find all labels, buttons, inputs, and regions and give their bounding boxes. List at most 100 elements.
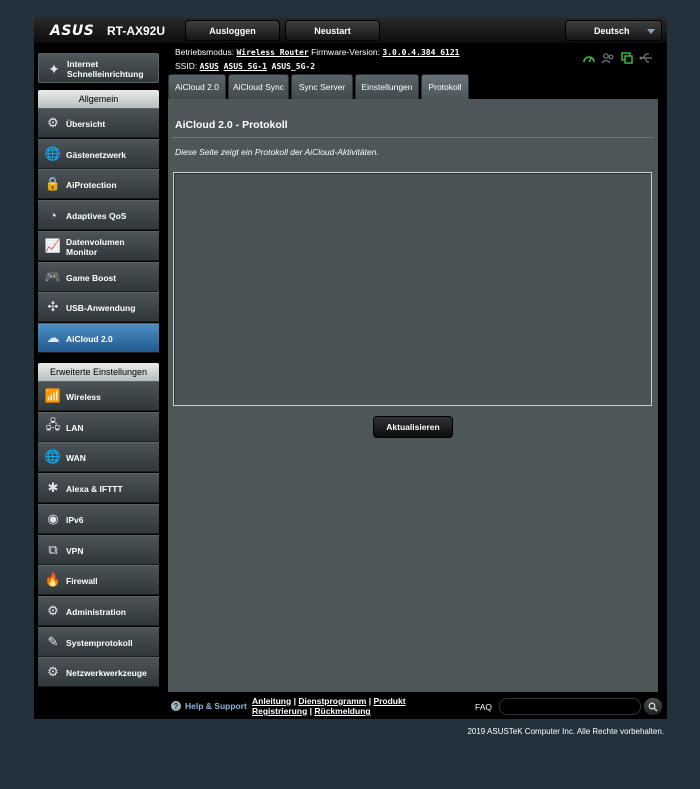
ssid-link[interactable]: ASUS xyxy=(200,62,219,71)
router-info: Betriebsmodus: Wireless Router Firmware-… xyxy=(175,46,459,73)
gear-icon: ⚙ xyxy=(47,602,59,618)
vpn-icon: ⧉ xyxy=(48,541,58,557)
globe-icon: 🌐 xyxy=(44,145,62,161)
tab-settings[interactable]: Einstellungen xyxy=(355,74,419,99)
quick-internet-setup-button[interactable]: ✦ Internet Schnelleinrichtung xyxy=(38,53,159,83)
ipv6-icon: ◉ xyxy=(47,510,59,526)
faq-label: FAQ xyxy=(475,702,493,712)
alexa-icon: ✱ xyxy=(47,480,59,496)
sidebar-item-label: Game Boost xyxy=(66,272,117,283)
log-icon: ✎ xyxy=(47,633,59,649)
copyright: 2019 ASUSTeK Computer Inc. Alle Rechte v… xyxy=(467,727,664,736)
sidebar-item-wireless[interactable]: 📶 Wireless xyxy=(38,381,159,411)
advanced-section-header: Erweiterte Einstellungen xyxy=(38,363,159,381)
fire-icon: 🔥 xyxy=(44,572,62,588)
title-divider xyxy=(172,137,654,138)
footer-links: Anleitung | Dienstprogramm | Produkt Reg… xyxy=(252,696,406,716)
help-support-link[interactable]: ? Help & Support xyxy=(171,701,247,711)
general-section-header: Allgemein xyxy=(38,90,159,108)
usb-icon[interactable] xyxy=(639,52,653,64)
puzzle-icon: ✣ xyxy=(47,299,59,315)
tab-aicloud[interactable]: AiCloud 2.0 xyxy=(168,74,226,99)
help-icon: ? xyxy=(171,701,181,711)
mode-label: Betriebsmodus: xyxy=(175,47,235,57)
footer: ? Help & Support Anleitung | Dienstprogr… xyxy=(168,692,662,719)
page-description: Diese Seite zeigt ein Protokoll der AiCl… xyxy=(175,147,379,157)
sidebar-item-label: Gästenetzwerk xyxy=(66,149,126,160)
wireless-icon: 📶 xyxy=(44,388,62,403)
gauge-icon[interactable] xyxy=(582,52,596,64)
clients-icon[interactable] xyxy=(601,52,615,64)
sidebar-item-label: USB-Anwendung xyxy=(66,303,136,314)
sidebar-item-label: Wireless xyxy=(66,392,101,402)
refresh-button[interactable]: Aktualisieren xyxy=(373,416,453,438)
sidebar-item-label: IPv6 xyxy=(66,514,84,525)
router-admin-window: ASUS RT-AX92U Ausloggen Neustart Deutsch… xyxy=(34,17,667,719)
sidebar-item-vpn[interactable]: ⧉ VPN xyxy=(38,534,159,565)
model-name: RT-AX92U xyxy=(107,24,166,38)
tools-icon: ⚙ xyxy=(47,664,59,680)
sidebar-item-puzzle[interactable]: ✣ USB-Anwendung xyxy=(38,292,159,323)
sidebar-item-lock[interactable]: 🔒 AiProtection xyxy=(38,169,159,200)
wand-icon: ✦ xyxy=(48,60,60,77)
sidebar-item-wan-globe[interactable]: 🌐 WAN xyxy=(38,442,159,473)
sidebar-item-gamepad[interactable]: 🎮 Game Boost xyxy=(38,261,159,292)
firmware-value-link[interactable]: 3.0.0.4.384_6121 xyxy=(382,48,459,57)
ssid-link[interactable]: ASUS_5G-1 xyxy=(224,62,267,71)
sidebar-item-label: Datenvolumen Monitor xyxy=(66,236,125,257)
cloud-icon: ☁ xyxy=(46,329,60,345)
sidebar-item-label: Netzwerkwerkzeuge xyxy=(66,668,147,679)
language-value: Deutsch xyxy=(594,26,630,36)
faq-search-button[interactable] xyxy=(644,698,662,715)
ssid-label: SSID: xyxy=(175,60,198,71)
manual-link[interactable]: Anleitung xyxy=(252,696,291,706)
restart-button[interactable]: Neustart xyxy=(285,20,380,41)
sidebar-item-lan[interactable]: 🖧 LAN xyxy=(38,411,159,442)
top-bar: ASUS RT-AX92U Ausloggen Neustart Deutsch xyxy=(34,17,667,43)
utility-link[interactable]: Dienstprogramm xyxy=(298,696,366,706)
sidebar-item-label: Administration xyxy=(66,606,126,617)
search-icon xyxy=(648,702,658,712)
log-textarea[interactable] xyxy=(173,172,652,406)
chart-icon: 📈 xyxy=(44,237,62,253)
main-panel: AiCloud 2.0 - Protokoll Diese Seite zeig… xyxy=(168,99,658,692)
mode-value-link[interactable]: Wireless Router xyxy=(236,48,308,57)
sidebar-item-label: AiCloud 2.0 xyxy=(66,333,113,344)
logout-button[interactable]: Ausloggen xyxy=(185,20,280,41)
sidebar-item-label: Adaptives QoS xyxy=(66,211,127,222)
page-title: AiCloud 2.0 - Protokoll xyxy=(175,119,288,131)
sidebar-item-gear[interactable]: ⚙ Administration xyxy=(38,595,159,626)
sidebar-item-fire[interactable]: 🔥 Firewall xyxy=(38,565,159,596)
gauge-icon: ◔ xyxy=(49,207,57,223)
asus-logo[interactable]: ASUS xyxy=(50,23,94,39)
sidebar-item-network-map[interactable]: ⚙ Übersicht xyxy=(38,108,159,138)
sidebar-item-globe[interactable]: 🌐 Gästenetzwerk xyxy=(38,138,159,169)
sidebar-item-label: AiProtection xyxy=(66,180,117,191)
tab-sync-server[interactable]: Sync Server xyxy=(291,74,353,99)
sidebar-item-label: WAN xyxy=(66,453,86,464)
sidebar-item-alexa[interactable]: ✱ Alexa & IFTTT xyxy=(38,473,159,504)
sidebar-item-label: Systemprotokoll xyxy=(66,637,133,648)
faq-search-input[interactable] xyxy=(499,698,641,715)
sidebar-item-gauge[interactable]: ◔ Adaptives QoS xyxy=(38,200,159,231)
lock-icon: 🔒 xyxy=(44,176,62,192)
sidebar-item-label: Übersicht xyxy=(66,119,106,129)
language-select[interactable]: Deutsch xyxy=(565,20,662,41)
tab-log[interactable]: Protokoll xyxy=(421,74,469,99)
sidebar-item-chart[interactable]: 📈 Datenvolumen Monitor xyxy=(38,230,159,261)
chevron-down-icon xyxy=(647,29,655,34)
feedback-link[interactable]: Rückmeldung xyxy=(314,706,370,716)
sidebar-item-cloud[interactable]: ☁ AiCloud 2.0 xyxy=(38,322,159,353)
tab-aicloud-sync[interactable]: AiCloud Sync xyxy=(228,74,289,99)
sidebar-item-tools[interactable]: ⚙ Netzwerkwerkzeuge xyxy=(38,657,159,688)
sidebar-item-label: LAN xyxy=(66,422,84,433)
sidebar-item-label: Alexa & IFTTT xyxy=(66,484,123,495)
sidebar-item-log[interactable]: ✎ Systemprotokoll xyxy=(38,626,159,657)
usb-device-icon[interactable] xyxy=(620,52,634,64)
sidebar-item-label: VPN xyxy=(66,545,84,556)
network-map-icon: ⚙ xyxy=(47,115,59,130)
wan-globe-icon: 🌐 xyxy=(44,449,62,465)
ssid-link[interactable]: ASUS_5G-2 xyxy=(272,62,315,71)
sidebar-item-ipv6[interactable]: ◉ IPv6 xyxy=(38,503,159,534)
lan-icon: 🖧 xyxy=(45,416,61,432)
